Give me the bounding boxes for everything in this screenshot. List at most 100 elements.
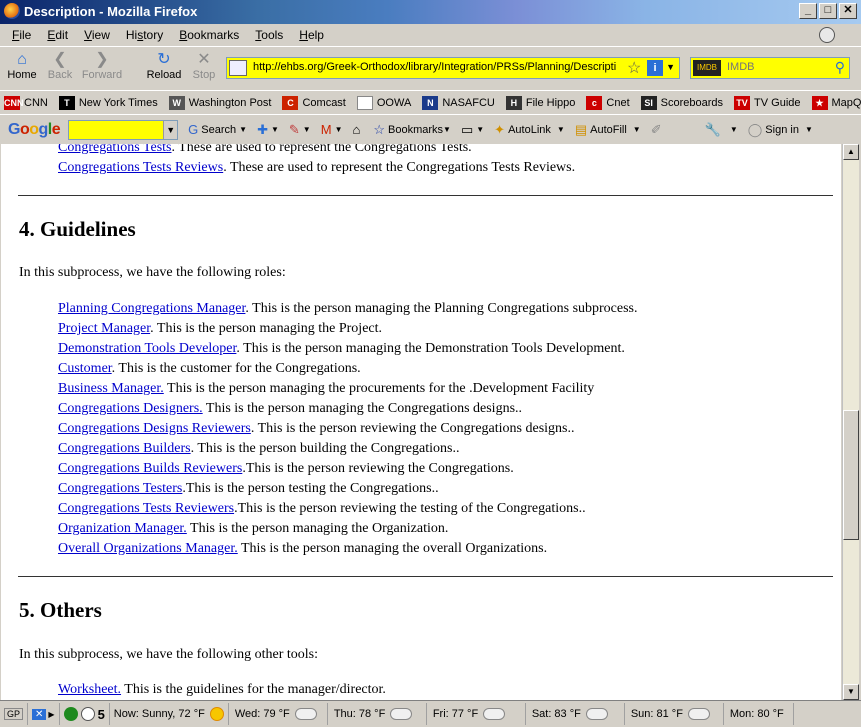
item-link[interactable]: Congregations Testers xyxy=(58,481,182,496)
weather-now[interactable]: Now: Sunny, 72 °F xyxy=(110,703,229,725)
scroll-down-button[interactable]: ▼ xyxy=(843,684,859,700)
item-link[interactable]: Congregations Tests Reviews xyxy=(58,160,223,175)
google-search-label: Search xyxy=(201,123,237,136)
google-g-icon: G xyxy=(188,122,199,137)
back-label: Back xyxy=(47,69,73,81)
item-link[interactable]: Congregations Designs Reviewers xyxy=(58,421,251,436)
weather-forecast-day[interactable]: Fri: 77 °F xyxy=(427,703,526,725)
item-link[interactable]: Worksheet. xyxy=(58,682,121,697)
minimize-button[interactable]: _ xyxy=(799,3,817,19)
bookmark-star-icon[interactable]: ☆ xyxy=(627,58,641,78)
share-button[interactable]: ✎ ▼ xyxy=(289,122,311,138)
item-description: .This is the person reviewing the Congre… xyxy=(242,461,514,476)
weather-forecast-day[interactable]: Sat: 83 °F xyxy=(526,703,625,725)
item-link[interactable]: Business Manager. xyxy=(58,381,164,396)
menu-item[interactable]: Tools xyxy=(247,28,291,42)
item-link[interactable]: Demonstration Tools Developer xyxy=(58,341,236,356)
bookmark-item[interactable]: SI Scoreboards xyxy=(640,95,724,110)
google-bookmarks-button[interactable]: ☆ Bookmarks ▼ xyxy=(373,122,451,138)
bookmark-item[interactable]: W Washington Post xyxy=(168,95,272,110)
bookmark-item[interactable]: TV TV Guide xyxy=(734,95,801,110)
item-link[interactable]: Customer xyxy=(58,361,112,376)
settings-button[interactable]: 🔧 ▼ xyxy=(705,122,738,138)
weather-forecast-day[interactable]: Sun: 81 °F xyxy=(625,703,724,725)
back-arrow-icon: ❮ xyxy=(53,51,67,68)
vertical-scrollbar[interactable]: ▲ ▼ xyxy=(842,144,859,700)
item-link[interactable]: Congregations Designers. xyxy=(58,401,203,416)
bookmark-item[interactable]: C Comcast xyxy=(282,95,346,110)
url-dropdown-icon[interactable]: ▼ xyxy=(666,62,675,72)
menu-item[interactable]: Edit xyxy=(39,28,76,42)
google-logo[interactable]: Google xyxy=(8,121,61,139)
user-icon: ◯ xyxy=(747,121,763,137)
bookmark-item[interactable]: N NASAFCU xyxy=(422,95,495,110)
bookmark-item[interactable]: CNN CNN xyxy=(4,95,48,110)
item-link[interactable]: Congregations Builders xyxy=(58,441,191,456)
blank-field-button[interactable]: ▭ ▼ xyxy=(461,122,484,138)
sign-in-button[interactable]: ◯ Sign in ▼ xyxy=(748,122,813,138)
weather-forecast-day[interactable]: Mon: 80 °F xyxy=(724,703,794,725)
item-link[interactable]: Congregations Tests xyxy=(58,144,171,155)
plus-button[interactable]: ✚ ▼ xyxy=(257,122,279,138)
bookmark-item[interactable]: T New York Times xyxy=(58,95,158,110)
back-button[interactable]: ❮ Back xyxy=(38,51,82,81)
url-bar[interactable]: http://ehbs.org/Greek-Orthodox/library/I… xyxy=(226,57,680,79)
google-search-input[interactable]: ▼ xyxy=(68,119,179,140)
search-engine-icon[interactable]: IMDB xyxy=(693,60,721,76)
menu-item[interactable]: History xyxy=(118,28,171,42)
item-link[interactable]: Overall Organizations Manager. xyxy=(58,541,238,556)
field-icon: ▭ xyxy=(460,121,474,137)
menu-item[interactable]: Help xyxy=(291,28,332,42)
pencil-button[interactable]: ✐ xyxy=(651,122,665,138)
list-item: Congregations Designers. This is the per… xyxy=(58,401,522,417)
item-link[interactable]: Organization Manager. xyxy=(58,521,187,536)
bookmark-label: Cnet xyxy=(606,96,630,109)
addon-indicator[interactable]: ✕ ▶ xyxy=(28,703,60,725)
chevron-down-icon[interactable]: ▼ xyxy=(163,120,178,139)
library-button[interactable]: ⌂ xyxy=(352,122,363,137)
item-link[interactable]: Congregations Tests Reviewers xyxy=(58,501,234,516)
item-description: . This is the person managing the Projec… xyxy=(150,321,383,336)
stop-button[interactable]: ✕ Stop xyxy=(182,51,226,81)
reload-button[interactable]: ↻ Reload xyxy=(142,51,186,81)
gp-indicator[interactable]: GP xyxy=(0,703,29,725)
si-icon: SI xyxy=(640,95,657,110)
comcast-icon: C xyxy=(282,95,299,110)
scroll-thumb[interactable] xyxy=(843,410,859,540)
autofill-button[interactable]: ▤ AutoFill ▼ xyxy=(575,122,641,138)
item-link[interactable]: Project Manager xyxy=(58,321,150,336)
menu-item[interactable]: Bookmarks xyxy=(171,28,247,42)
gmail-button[interactable]: M ▼ xyxy=(321,122,343,137)
bookmark-label: Scoreboards xyxy=(660,96,724,109)
autofill-icon: ▤ xyxy=(574,121,588,137)
weather-forecast-day[interactable]: Thu: 78 °F xyxy=(328,703,427,725)
item-link[interactable]: Congregations Builds Reviewers xyxy=(58,461,242,476)
list-item: Congregations Testers.This is the person… xyxy=(58,481,439,497)
bookmark-item[interactable]: ★MapQuest xyxy=(811,95,861,110)
stop-icon: ✕ xyxy=(197,51,211,68)
item-description: This is the person managing the Congrega… xyxy=(202,401,523,416)
scroll-up-button[interactable]: ▲ xyxy=(843,144,859,160)
chevron-down-icon[interactable]: ▼ xyxy=(239,125,247,134)
weather-forecast-day[interactable]: Wed: 79 °F xyxy=(229,703,328,725)
maximize-button[interactable]: □ xyxy=(819,3,837,19)
search-box[interactable]: IMDB IMDB ⚲ xyxy=(690,57,850,79)
search-input[interactable]: IMDB xyxy=(727,61,755,73)
green-status-icon xyxy=(63,707,78,721)
sign-in-label: Sign in xyxy=(765,123,799,136)
search-icon[interactable]: ⚲ xyxy=(835,59,845,76)
menu-item[interactable]: File xyxy=(4,28,39,42)
bookmark-item[interactable]: c Cnet xyxy=(586,95,630,110)
google-search-button[interactable]: G Search ▼ xyxy=(188,122,247,137)
status-icons[interactable]: 5 xyxy=(60,703,110,725)
bookmark-label: Washington Post xyxy=(188,96,272,109)
url-text[interactable]: http://ehbs.org/Greek-Orthodox/library/I… xyxy=(253,61,623,73)
autolink-button[interactable]: ✦ AutoLink ▼ xyxy=(494,122,565,138)
close-button[interactable]: ✕ xyxy=(839,3,857,19)
bookmark-item[interactable]: H File Hippo xyxy=(505,95,575,110)
item-link[interactable]: Planning Congregations Manager xyxy=(58,301,245,316)
info-icon[interactable]: i xyxy=(647,60,663,76)
bookmark-item[interactable]: OOWA xyxy=(356,95,411,110)
menu-item[interactable]: View xyxy=(76,28,118,42)
forward-button[interactable]: ❯ Forward xyxy=(80,51,124,81)
